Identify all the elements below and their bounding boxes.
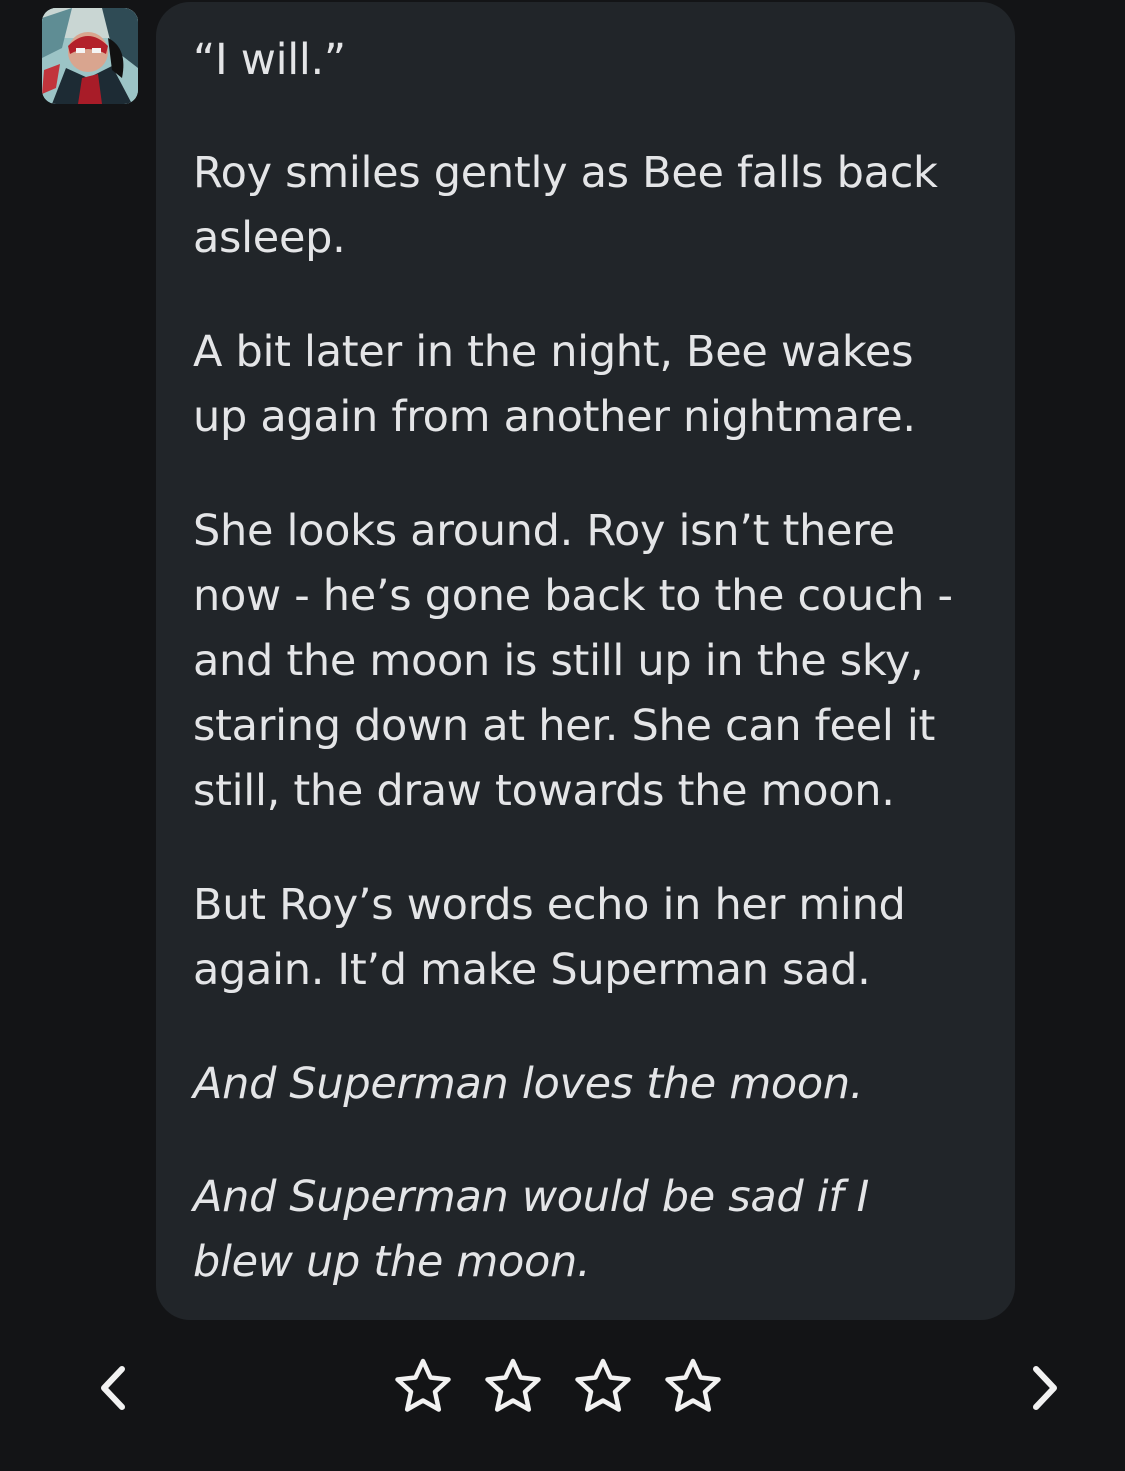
rating-stars bbox=[392, 1356, 724, 1418]
message-bubble: “I will.” Roy smiles gently as Bee falls… bbox=[156, 2, 1015, 1320]
chevron-left-icon bbox=[101, 1366, 125, 1410]
message-paragraph: A bit later in the night, Bee wakes up a… bbox=[193, 327, 916, 442]
message-paragraph-italic: And Superman would be sad if I blew up t… bbox=[193, 1172, 869, 1287]
message-paragraph: “I will.” bbox=[193, 35, 346, 85]
message-paragraph: But Roy’s words echo in her mind again. … bbox=[193, 880, 906, 995]
star-outline-icon bbox=[665, 1358, 721, 1412]
avatar-image bbox=[42, 8, 138, 104]
next-button[interactable] bbox=[1016, 1358, 1076, 1418]
avatar[interactable] bbox=[42, 8, 138, 104]
rating-star-4[interactable] bbox=[662, 1356, 724, 1418]
rating-star-2[interactable] bbox=[482, 1356, 544, 1418]
star-outline-icon bbox=[485, 1358, 541, 1412]
chevron-right-icon bbox=[1033, 1366, 1057, 1410]
message-paragraph: She looks around. Roy isn’t there now - … bbox=[193, 506, 953, 816]
message-paragraph: Roy smiles gently as Bee falls back asle… bbox=[193, 148, 938, 263]
previous-button[interactable] bbox=[82, 1358, 142, 1418]
star-outline-icon bbox=[395, 1358, 451, 1412]
rating-star-1[interactable] bbox=[392, 1356, 454, 1418]
message-paragraph-italic: And Superman loves the moon. bbox=[193, 1059, 864, 1109]
rating-star-3[interactable] bbox=[572, 1356, 634, 1418]
star-outline-icon bbox=[575, 1358, 631, 1412]
